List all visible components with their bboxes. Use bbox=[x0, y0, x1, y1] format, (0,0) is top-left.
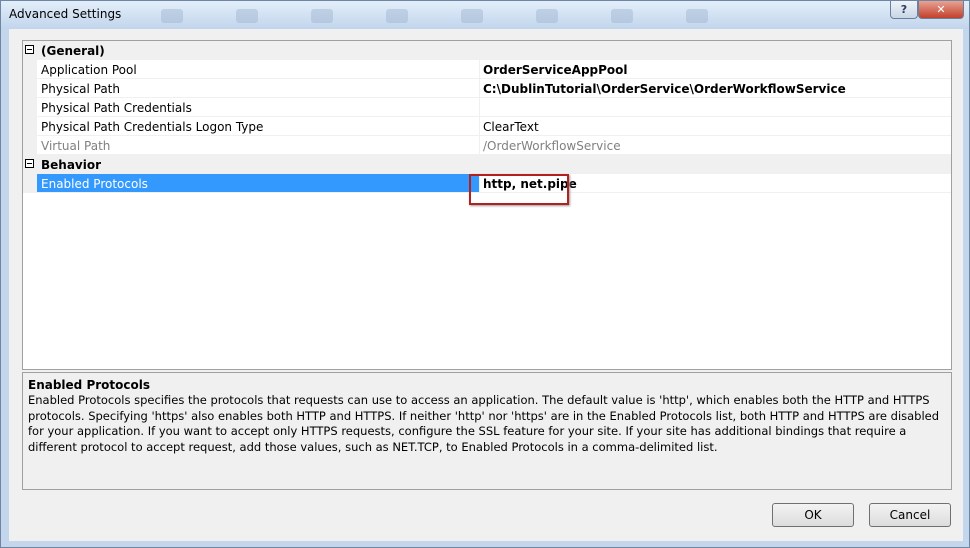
property-value[interactable]: C:\DublinTutorial\OrderService\OrderWork… bbox=[479, 79, 951, 98]
property-row-physical-path-credentials[interactable]: Physical Path Credentials bbox=[23, 98, 951, 117]
cancel-button[interactable]: Cancel bbox=[869, 503, 951, 527]
category-row-behavior[interactable]: Behavior bbox=[23, 155, 951, 174]
property-name: Physical Path bbox=[37, 79, 479, 98]
description-title: Enabled Protocols bbox=[28, 378, 150, 392]
property-name: Enabled Protocols bbox=[37, 174, 479, 193]
property-row-physical-path[interactable]: Physical Path C:\DublinTutorial\OrderSer… bbox=[23, 79, 951, 98]
help-button[interactable]: ? bbox=[890, 1, 918, 19]
close-button[interactable]: ✕ bbox=[918, 1, 964, 19]
property-value[interactable] bbox=[479, 98, 951, 117]
category-row-general[interactable]: (General) bbox=[23, 41, 951, 60]
property-row-logon-type[interactable]: Physical Path Credentials Logon Type Cle… bbox=[23, 117, 951, 136]
row-margin bbox=[23, 60, 37, 79]
background-toolbar-ghost bbox=[151, 9, 711, 27]
property-row-application-pool[interactable]: Application Pool OrderServiceAppPool bbox=[23, 60, 951, 79]
category-label: Behavior bbox=[41, 158, 102, 172]
property-value[interactable]: ClearText bbox=[479, 117, 951, 136]
property-row-virtual-path[interactable]: Virtual Path /OrderWorkflowService bbox=[23, 136, 951, 155]
property-name: Physical Path Credentials bbox=[37, 98, 479, 117]
row-margin bbox=[23, 79, 37, 98]
advanced-settings-window: Advanced Settings ? ✕ (General) Applicat… bbox=[0, 0, 970, 548]
collapse-icon[interactable] bbox=[25, 45, 34, 54]
property-value: /OrderWorkflowService bbox=[479, 136, 951, 155]
window-title: Advanced Settings bbox=[9, 7, 122, 21]
category-label: (General) bbox=[41, 44, 105, 58]
highlight-annotation-box bbox=[469, 174, 569, 205]
description-text: Enabled Protocols specifies the protocol… bbox=[28, 393, 940, 454]
property-name: Application Pool bbox=[37, 60, 479, 79]
ok-button[interactable]: OK bbox=[772, 503, 854, 527]
property-grid[interactable]: (General) Application Pool OrderServiceA… bbox=[22, 40, 952, 370]
row-margin bbox=[23, 174, 37, 193]
property-name: Physical Path Credentials Logon Type bbox=[37, 117, 479, 136]
row-margin bbox=[23, 117, 37, 136]
dialog-client-area: (General) Application Pool OrderServiceA… bbox=[9, 29, 963, 541]
property-value[interactable]: OrderServiceAppPool bbox=[479, 60, 951, 79]
property-name: Virtual Path bbox=[37, 136, 479, 155]
title-bar[interactable]: Advanced Settings ? ✕ bbox=[1, 1, 969, 29]
row-margin bbox=[23, 136, 37, 155]
description-panel: Enabled Protocols Enabled Protocols spec… bbox=[22, 372, 952, 490]
collapse-icon[interactable] bbox=[25, 159, 34, 168]
row-margin bbox=[23, 98, 37, 117]
